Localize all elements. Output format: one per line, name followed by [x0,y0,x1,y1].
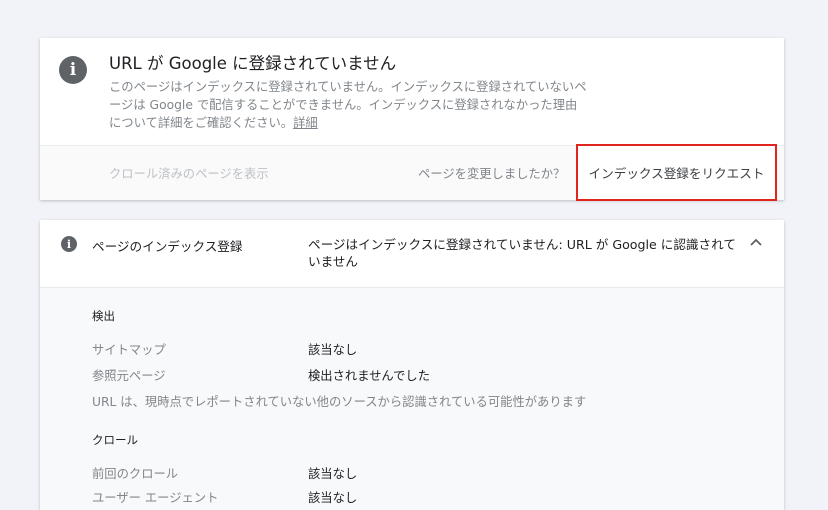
sitemap-label: サイトマップ [92,343,166,357]
learn-more-link[interactable]: 詳細 [293,116,318,130]
url-status-card: i URL が Google に登録されていません このページはインデックスに登… [40,38,784,201]
coverage-header[interactable]: i ページのインデックス登録 ページはインデックスに登録されていません: URL… [40,220,784,287]
referring-page-label: 参照元ページ [92,369,166,383]
referring-page-value: 検出されませんでした [308,369,430,383]
status-description-text: このページはインデックスに登録されていません。インデックスに登録されていないペー… [109,80,587,130]
discovery-note: URL は、現時点でレポートされていない他のソースから認識されている可能性があり… [92,395,587,409]
crawl-section-title: クロール [92,433,138,447]
coverage-label: ページのインデックス登録 [92,239,243,254]
view-crawled-page-button[interactable]: クロール済みのページを表示 [109,164,269,182]
info-icon: i [59,56,87,84]
user-agent-value: 該当なし [308,491,358,505]
coverage-value: ページはインデックスに登録されていません: URL が Google に認識され… [308,237,736,269]
status-description: このページはインデックスに登録されていません。インデックスに登録されていないペー… [109,78,589,132]
page-changed-prompt: ページを変更しましたか？ [418,167,566,181]
last-crawl-label: 前回のクロール [92,467,179,481]
chevron-up-icon[interactable] [746,232,766,252]
info-icon: i [61,236,77,252]
user-agent-label: ユーザー エージェント [92,491,219,505]
last-crawl-value: 該当なし [308,467,358,481]
discovery-section-title: 検出 [92,309,115,323]
status-title: URL が Google に登録されていません [109,54,397,73]
sitemap-value: 該当なし [308,343,358,357]
coverage-details: 検出 サイトマップ 該当なし 参照元ページ 検出されませんでした URL は、現… [40,288,784,510]
coverage-card: i ページのインデックス登録 ページはインデックスに登録されていません: URL… [40,220,784,510]
request-indexing-button[interactable]: インデックス登録をリクエスト [576,144,777,201]
